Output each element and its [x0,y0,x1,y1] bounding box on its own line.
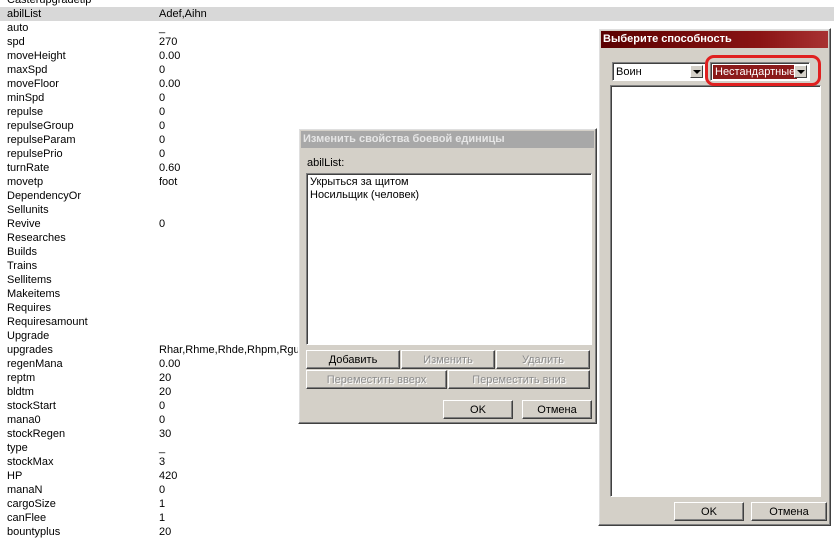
property-value: 20 [159,526,172,538]
edit-unit-properties-dialog: Изменить свойства боевой единицы abilLis… [298,128,597,424]
select-ability-title[interactable]: Выберите способность [601,31,828,48]
property-name: repulsePrio [7,148,63,160]
property-value: 0 [159,218,166,230]
property-name: manaN [7,484,43,496]
property-name: upgrades [7,344,53,356]
list-item[interactable]: Носильщик (человек) [310,189,588,202]
property-name: abilList [7,8,42,20]
property-name: reptm [7,372,36,384]
ok-button[interactable]: OK [443,400,513,419]
property-name: regenMana [7,358,63,370]
property-name: Revive [7,218,41,230]
delete-button[interactable]: Удалить [496,350,590,369]
property-name: auto [7,22,29,34]
property-name: Upgrade [7,330,50,342]
property-value: Adef,Aihn [159,8,207,20]
ability-list[interactable]: Укрыться за щитом Носильщик (человек) [306,173,592,345]
property-value: 1 [159,498,166,510]
property-value: 1 [159,512,166,524]
edit-dialog-title[interactable]: Изменить свойства боевой единицы [301,131,594,148]
property-value: 0 [159,484,166,496]
move-down-button[interactable]: Переместить вниз [448,370,590,389]
property-value: 20 [159,372,172,384]
property-value: 0 [159,120,166,132]
ability-list[interactable] [610,85,821,497]
property-name: Makeitems [7,288,61,300]
property-value: 0.00 [159,50,181,62]
property-name: maxSpd [7,64,48,76]
select-ability-dialog: Выберите способность Воин Нестандартные … [598,28,831,526]
property-name: stockMax [7,456,54,468]
property-name: DependencyOr [7,190,81,202]
property-name: moveHeight [7,50,66,62]
property-name: minSpd [7,92,45,104]
property-name: canFlee [7,512,47,524]
property-name: HP [7,470,23,482]
table-row[interactable]: abilList Adef,Aihn [0,7,834,21]
change-button[interactable]: Изменить [401,350,495,369]
property-name: repulse [7,106,44,118]
property-name: Requires [7,302,52,314]
property-value: 0.00 [159,358,181,370]
property-name: moveFloor [7,78,59,90]
property-value: 0 [159,148,166,160]
table-row[interactable]: Casterupgradetip [0,0,834,7]
property-name: turnRate [7,162,50,174]
property-name: Trains [7,260,38,272]
property-name: bountyplus [7,526,61,538]
property-name: spd [7,36,25,48]
ok-button[interactable]: OK [674,502,744,521]
add-button[interactable]: Добавить [306,350,400,369]
property-value: 420 [159,470,178,482]
property-name: stockStart [7,400,56,412]
property-value: 0 [159,414,166,426]
property-value: 0 [159,92,166,104]
property-name: movetp [7,176,44,188]
property-name: Requiresamount [7,316,88,328]
property-value: 0.00 [159,78,181,90]
chevron-down-icon[interactable] [690,65,703,78]
property-name: repulseParam [7,134,76,146]
property-name: mana0 [7,414,41,426]
property-value: foot [159,176,178,188]
property-name: Sellitems [7,274,52,286]
property-value: 30 [159,428,172,440]
property-name: type [7,442,28,454]
property-value: 0 [159,400,166,412]
property-value: 20 [159,386,172,398]
property-name: Casterupgradetip [7,0,92,6]
property-name: repulseGroup [7,120,74,132]
red-highlight-annotation [705,55,821,86]
property-value: 270 [159,36,178,48]
property-value: 0 [159,106,166,118]
property-value: 0 [159,64,166,76]
property-value: 0.60 [159,162,181,174]
abillist-label: abilList: [307,157,345,169]
property-name: Researches [7,232,66,244]
property-name: Sellunits [7,204,49,216]
cancel-button[interactable]: Отмена [751,502,827,521]
property-value: 0 [159,134,166,146]
property-name: Builds [7,246,37,258]
property-name: cargoSize [7,498,56,510]
table-row[interactable]: bountyplus 20 [0,525,834,539]
property-name: bldtm [7,386,34,398]
cancel-button[interactable]: Отмена [522,400,592,419]
move-up-button[interactable]: Переместить вверх [306,370,447,389]
unit-race-dropdown[interactable]: Воин [612,62,706,81]
property-value: _ [159,442,166,454]
property-value: 3 [159,456,166,468]
list-item[interactable]: Укрыться за щитом [310,176,588,189]
property-name: stockRegen [7,428,66,440]
unit-race-value: Воин [616,66,642,78]
property-value: Rhar,Rhme,Rhde,Rhpm,Rguv [159,344,306,356]
property-value: _ [159,22,166,34]
